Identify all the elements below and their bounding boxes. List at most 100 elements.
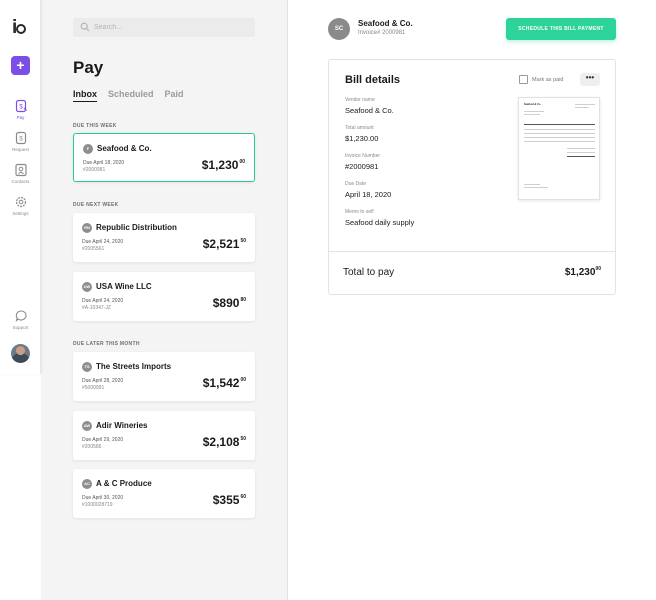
bill-amount: $1,23000: [202, 158, 245, 172]
thumb-line: [524, 184, 540, 185]
thumb-line: [567, 156, 595, 157]
divider: [329, 251, 615, 252]
vendor-initials-icon: UW: [82, 282, 92, 292]
bill-card[interactable]: AW Adir Wineries Due April 29, 2020 #200…: [73, 411, 255, 460]
thumb-line: [575, 107, 589, 108]
nav-item-support-label: Support: [12, 325, 29, 330]
field-label-due-date: Due Date: [345, 181, 367, 187]
field-label-invoice-number: Invoice Number: [345, 153, 381, 159]
due-date: Due April 24, 2020: [82, 239, 124, 245]
tab-paid[interactable]: Paid: [165, 89, 184, 102]
more-options-button[interactable]: •••: [580, 73, 600, 86]
vendor-initials-icon: AC: [82, 479, 92, 489]
svg-text:$: $: [19, 105, 23, 111]
thumb-line: [524, 187, 548, 188]
thumb-line: [524, 137, 595, 138]
bill-amount-main: $1,230: [201, 158, 239, 172]
vendor-initials-icon: F: [83, 144, 93, 154]
nav-item-contacts-label: Contacts: [11, 179, 30, 184]
due-date: Due April 28, 2020: [82, 378, 124, 384]
search-input[interactable]: [94, 18, 249, 37]
chat-bubble-icon: [15, 310, 27, 322]
vendor-name: Seafood & Co.: [97, 144, 152, 153]
nav-item-settings-label: Settings: [12, 211, 29, 216]
bill-amount-main: $890: [212, 296, 240, 310]
bill-amount: $1,54200: [203, 376, 246, 390]
detail-invoice-number: Invoice# 2000981: [358, 30, 406, 36]
thumb-line: [524, 129, 595, 130]
thumb-line: [524, 133, 595, 134]
invoice-number: #A-10347-JZ: [82, 305, 111, 311]
bill-detail-pane: SC Seafood & Co. Invoice# 2000981 SCHEDU…: [287, 0, 656, 600]
bill-amount: $35560: [213, 493, 246, 507]
app-logo[interactable]: ioi: [12, 17, 27, 39]
bill-list-pane: Pay Inbox Scheduled Paid DUE THIS WEEK F…: [41, 0, 287, 600]
total-to-pay-label: Total to pay: [343, 267, 395, 278]
field-label-total-amount: Total amount: [345, 125, 374, 131]
due-date: Due April 24, 2020: [82, 298, 124, 304]
invoice-number: #200586: [82, 444, 102, 450]
bill-amount-main: $1,542: [202, 376, 240, 390]
vendor-name: A & C Produce: [96, 479, 152, 488]
add-button[interactable]: +: [11, 56, 30, 75]
nav-item-contacts[interactable]: Contacts: [0, 163, 41, 184]
thumb-line: [567, 152, 595, 153]
bill-amount-cents: 50: [240, 238, 246, 244]
vendor-name: Adir Wineries: [96, 421, 148, 430]
section-label-this-week: DUE THIS WEEK: [73, 123, 117, 129]
vendor-name: Republic Distribution: [96, 223, 177, 232]
bill-amount-main: $2,108: [202, 435, 240, 449]
invoice-thumbnail-title: Seafood & Co.: [524, 103, 542, 106]
total-amount-main: $1,230: [564, 267, 596, 278]
field-value-due-date: April 18, 2020: [345, 190, 392, 199]
mark-as-paid-checkbox[interactable]: [519, 75, 528, 84]
tab-scheduled[interactable]: Scheduled: [108, 89, 154, 102]
contacts-icon: [14, 163, 27, 177]
user-avatar[interactable]: [11, 344, 30, 363]
invoice-number: #2005561: [82, 246, 105, 252]
bill-details-title: Bill details: [345, 74, 401, 86]
field-value-total-amount: $1,230.00: [345, 134, 379, 143]
schedule-payment-button[interactable]: SCHEDULE THIS BILL PAYMENT: [506, 18, 616, 40]
invoice-thumbnail[interactable]: Seafood & Co.: [518, 97, 600, 200]
mark-as-paid-toggle[interactable]: Mark as paid: [519, 75, 564, 84]
bill-amount-cents: 60: [240, 494, 246, 500]
bill-card[interactable]: F Seafood & Co. Due April 18, 2020 #2000…: [73, 133, 255, 182]
bill-amount: $2,52150: [203, 237, 246, 251]
detail-vendor-name: Seafood & Co.: [358, 19, 413, 28]
nav-item-request[interactable]: $ Request: [0, 131, 41, 152]
bill-amount: $89080: [213, 296, 246, 310]
bill-card[interactable]: AC A & C Produce Due April 30, 2020 #100…: [73, 469, 255, 518]
search-bar: [73, 18, 255, 37]
field-label-vendor-name: Vendor name: [345, 97, 375, 103]
bill-card[interactable]: RN Republic Distribution Due April 24, 2…: [73, 213, 255, 262]
vendor-initials-icon: TS: [82, 362, 92, 372]
nav-rail: ioi + $ Pay $ Request Contacts Settings …: [0, 0, 41, 374]
nav-item-settings[interactable]: Settings: [0, 195, 41, 216]
search-icon: [80, 22, 90, 32]
nav-item-pay[interactable]: $ Pay: [0, 99, 41, 120]
svg-text:$: $: [19, 137, 23, 143]
page-title: Pay: [73, 58, 104, 77]
vendor-initials-icon: AW: [82, 421, 92, 431]
section-label-later-this-month: DUE LATER THIS MONTH: [73, 341, 140, 347]
request-icon: $: [15, 131, 26, 145]
pay-icon: $: [15, 99, 27, 113]
bill-card[interactable]: TS The Streets Imports Due April 28, 202…: [73, 352, 255, 401]
mark-as-paid-label: Mark as paid: [532, 76, 564, 83]
bill-card[interactable]: UW USA Wine LLC Due April 24, 2020 #A-10…: [73, 272, 255, 321]
tab-bar: Inbox Scheduled Paid: [73, 89, 184, 102]
bill-amount-cents: 50: [240, 436, 246, 442]
invoice-number: #1000028719: [82, 502, 113, 508]
bill-amount-cents: 00: [239, 159, 245, 165]
field-value-vendor-name: Seafood & Co.: [345, 106, 394, 115]
invoice-number: #2000981: [83, 167, 106, 173]
due-date: Due April 30, 2020: [82, 495, 124, 501]
vendor-avatar: SC: [328, 18, 350, 40]
vendor-initials-icon: RN: [82, 223, 92, 233]
nav-item-support[interactable]: Support: [0, 309, 41, 330]
thumb-line: [524, 124, 595, 125]
bill-amount-cents: 00: [240, 377, 246, 383]
due-date: Due April 29, 2020: [82, 437, 124, 443]
tab-inbox[interactable]: Inbox: [73, 89, 97, 102]
